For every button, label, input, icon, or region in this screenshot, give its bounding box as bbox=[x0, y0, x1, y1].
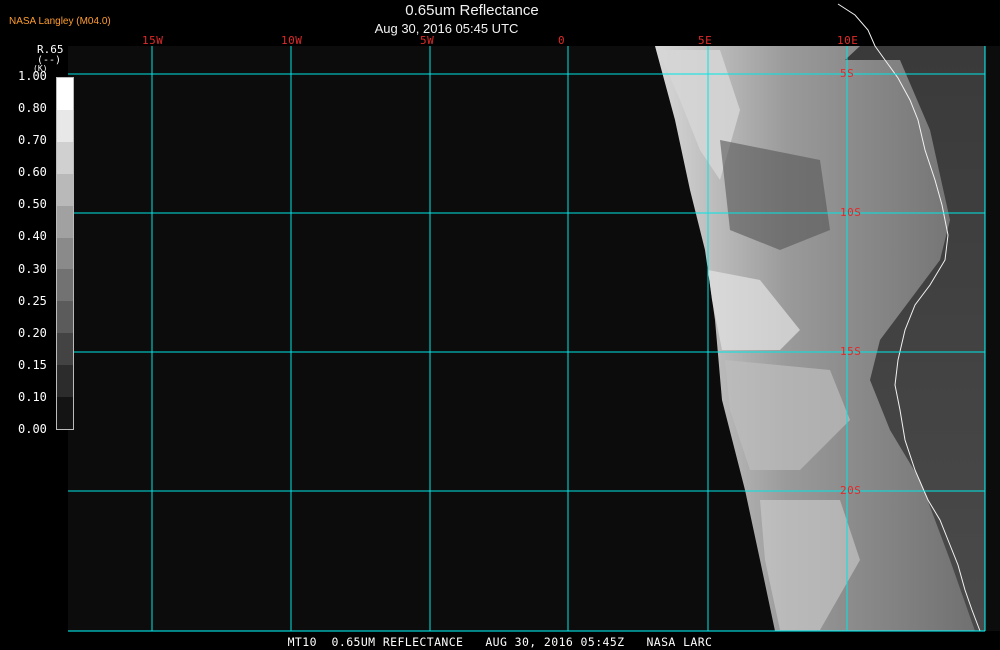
colorbar-tick-label: 0.25 bbox=[18, 293, 47, 308]
colorbar-segment bbox=[57, 173, 73, 206]
longitude-label: 5W bbox=[420, 34, 435, 47]
longitude-label: 10W bbox=[281, 34, 303, 47]
colorbar-tick-label: 0.15 bbox=[18, 357, 47, 372]
reflectance-map[interactable] bbox=[0, 0, 1000, 650]
satellite-viewer: NASA Langley (M04.0) 0.65um Reflectance … bbox=[0, 0, 1000, 650]
colorbar-segment bbox=[57, 205, 73, 238]
colorbar bbox=[56, 77, 74, 430]
map-timestamp: Aug 30, 2016 05:45 UTC bbox=[374, 21, 519, 36]
longitude-label: 0 bbox=[558, 34, 566, 47]
colorbar-segment bbox=[57, 109, 73, 142]
colorbar-segment bbox=[57, 141, 73, 174]
longitude-label: 15W bbox=[142, 34, 164, 47]
map-title: 0.65um Reflectance bbox=[405, 2, 539, 19]
footer-caption: MT10 0.65UM REFLECTANCE AUG 30, 2016 05:… bbox=[287, 635, 713, 649]
colorbar-tick-label: 0.40 bbox=[18, 229, 47, 244]
colorbar-tick-label: 1.00 bbox=[18, 69, 47, 83]
colorbar-tick-label: 0.70 bbox=[18, 133, 47, 148]
latitude-label: 10S bbox=[840, 206, 862, 219]
colorbar-segment bbox=[57, 269, 73, 302]
colorbar-segment bbox=[57, 78, 73, 110]
colorbar-segment bbox=[57, 333, 73, 366]
colorbar-tick-label: 0.00 bbox=[18, 422, 47, 436]
latitude-label: 5S bbox=[840, 67, 855, 80]
latitude-label: 20S bbox=[840, 484, 862, 497]
colorbar-segment bbox=[57, 397, 73, 429]
colorbar-segment bbox=[57, 365, 73, 398]
latitude-label: 15S bbox=[840, 345, 862, 358]
colorbar-tick-label: 0.50 bbox=[18, 197, 47, 212]
longitude-label: 5E bbox=[698, 34, 713, 47]
longitude-label: 10E bbox=[837, 34, 859, 47]
colorbar-tick-label: 0.30 bbox=[18, 261, 47, 276]
colorbar-tick-label: 0.80 bbox=[18, 101, 47, 116]
colorbar-tick-label: 0.20 bbox=[18, 325, 47, 340]
colorbar-segment bbox=[57, 301, 73, 334]
colorbar-segment bbox=[57, 237, 73, 270]
colorbar-tick-label: 0.60 bbox=[18, 165, 47, 180]
colorbar-tick-label: 0.10 bbox=[18, 389, 47, 404]
